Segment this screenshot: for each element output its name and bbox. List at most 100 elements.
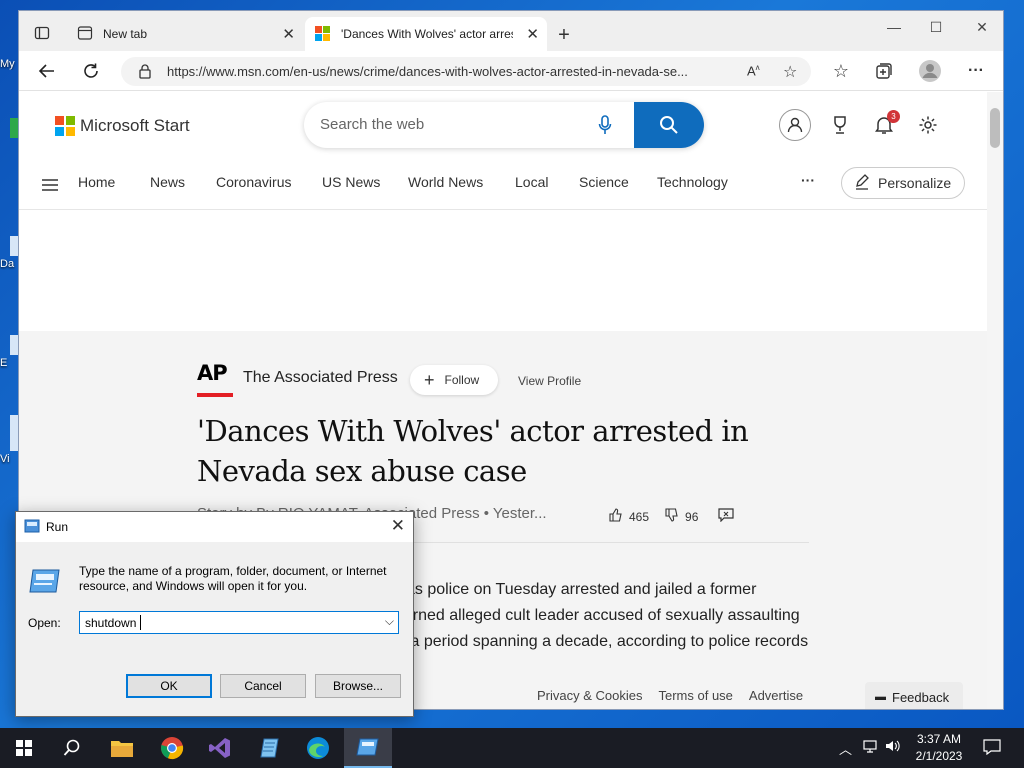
edge-icon[interactable] <box>294 728 342 768</box>
volume-icon[interactable] <box>885 739 901 756</box>
open-input[interactable]: shutdown <box>85 616 136 630</box>
footer-link-advertise[interactable]: Advertise <box>749 688 803 703</box>
start-button[interactable] <box>0 728 48 768</box>
nav-item-local[interactable]: Local <box>515 174 548 190</box>
minimize-icon[interactable]: — <box>871 19 917 35</box>
run-title: Run <box>46 520 69 534</box>
feedback-button[interactable]: ▬ Feedback <box>865 682 963 709</box>
action-center-icon[interactable] <box>983 739 1001 758</box>
desktop-icon-label: E <box>0 357 8 369</box>
tab-article[interactable]: 'Dances With Wolves' actor arres ✕ <box>305 17 547 51</box>
profile-avatar[interactable] <box>918 59 942 83</box>
desktop-icon-1[interactable] <box>0 118 18 140</box>
browse-button[interactable]: Browse... <box>315 674 401 698</box>
browser-toolbar: https://www.msn.com/en-us/news/crime/dan… <box>19 51 1003 91</box>
page-scrollbar[interactable] <box>987 92 1003 709</box>
run-description: Type the name of a program, folder, docu… <box>79 564 387 593</box>
brand-name[interactable]: Microsoft Start <box>80 116 190 136</box>
back-icon[interactable] <box>35 59 59 83</box>
search-button[interactable] <box>634 102 704 148</box>
microsoft-logo[interactable] <box>55 116 75 136</box>
ok-button[interactable]: OK <box>126 674 212 698</box>
visual-studio-icon[interactable] <box>196 728 244 768</box>
close-icon[interactable]: ✕ <box>391 516 405 536</box>
address-bar[interactable]: https://www.msn.com/en-us/news/crime/dan… <box>121 57 811 86</box>
file-explorer-icon[interactable] <box>98 728 146 768</box>
maximize-icon[interactable]: ☐ <box>913 19 959 36</box>
settings-gear-icon[interactable] <box>912 109 944 141</box>
run-dialog: Run ✕ Type the name of a program, folder… <box>15 511 414 717</box>
nav-item-science[interactable]: Science <box>579 174 629 190</box>
close-tab-icon[interactable]: ✕ <box>526 25 539 43</box>
chevron-down-icon[interactable]: ⌵ <box>385 614 394 629</box>
desktop-icon-da[interactable]: Da <box>0 236 18 270</box>
clock-date: 2/1/2023 <box>915 749 963 763</box>
ad-space <box>19 211 989 331</box>
nav-bar: Home News Coronavirus US News World News… <box>19 166 989 210</box>
app-icon <box>10 118 18 138</box>
search-input[interactable]: Search the web <box>320 116 424 133</box>
close-window-icon[interactable]: ✕ <box>959 19 1003 36</box>
nav-item-coronavirus[interactable]: Coronavirus <box>216 174 291 190</box>
settings-more-icon[interactable]: ··· <box>964 59 988 83</box>
tab-title: 'Dances With Wolves' actor arres <box>341 27 513 41</box>
desktop-icon-vi[interactable]: Vi <box>0 415 18 465</box>
taskbar-clock[interactable]: 3:37 AM 2/1/2023 <box>906 731 972 765</box>
chevron-up-icon[interactable]: ︿ <box>839 739 852 758</box>
tab-new-tab[interactable]: New tab ✕ <box>67 17 303 51</box>
like-count: 465 <box>629 509 650 524</box>
scrollbar-thumb[interactable] <box>990 108 1000 148</box>
footer-link-privacy[interactable]: Privacy & Cookies <box>537 688 642 703</box>
collections-icon[interactable] <box>872 59 896 83</box>
nav-more-icon[interactable]: ··· <box>801 172 815 188</box>
article-headline: 'Dances With Wolves' actor arrested in N… <box>197 414 749 488</box>
msn-icon <box>315 26 331 42</box>
notification-badge: 3 <box>887 110 900 123</box>
nav-item-home[interactable]: Home <box>78 174 115 190</box>
sign-in-icon[interactable] <box>779 109 811 141</box>
run-titlebar[interactable]: Run ✕ <box>16 512 413 542</box>
nav-item-news[interactable]: News <box>150 174 185 190</box>
plus-icon: + <box>424 369 435 390</box>
refresh-icon[interactable] <box>79 59 103 83</box>
read-aloud-icon[interactable]: Aʌ <box>747 63 760 78</box>
windows-logo-icon <box>16 740 32 756</box>
footer-link-terms[interactable]: Terms of use <box>658 688 732 703</box>
close-tab-icon[interactable]: ✕ <box>282 25 295 43</box>
follow-button[interactable]: + Follow <box>410 365 498 395</box>
desktop-icon-my[interactable]: My <box>0 58 18 70</box>
personalize-button[interactable]: Personalize <box>841 167 965 199</box>
favorites-icon[interactable]: ☆ <box>829 59 853 83</box>
search-taskbar-icon[interactable] <box>48 728 96 768</box>
notepad-icon[interactable] <box>246 728 294 768</box>
publisher-name[interactable]: The Associated Press <box>243 369 398 387</box>
hamburger-menu-icon[interactable] <box>41 178 59 197</box>
view-profile-link[interactable]: View Profile <box>518 374 581 388</box>
comment-icon[interactable] <box>718 508 734 525</box>
feedback-icon: ▬ <box>875 691 886 703</box>
nav-item-technology[interactable]: Technology <box>657 174 728 190</box>
rewards-icon[interactable] <box>824 109 856 141</box>
dislike-count: 96 <box>685 509 699 524</box>
cancel-button[interactable]: Cancel <box>220 674 306 698</box>
open-combobox[interactable]: shutdown ⌵ <box>79 611 399 634</box>
run-app-icon <box>24 519 40 538</box>
nav-item-us-news[interactable]: US News <box>322 174 380 190</box>
chrome-icon[interactable] <box>148 728 196 768</box>
add-favorite-icon[interactable]: ☆ <box>783 62 797 82</box>
new-tab-button[interactable]: + <box>552 23 576 47</box>
open-label: Open: <box>28 616 61 630</box>
nav-item-world-news[interactable]: World News <box>408 174 483 190</box>
network-icon[interactable] <box>862 739 878 756</box>
microphone-icon[interactable] <box>598 115 612 140</box>
desktop-icon-e[interactable]: E <box>0 335 18 369</box>
run-taskbar-icon[interactable] <box>344 728 392 768</box>
dislike-icon[interactable] <box>665 508 679 525</box>
notifications-bell-icon[interactable]: 3 <box>868 109 900 141</box>
tab-actions-icon[interactable] <box>31 23 53 43</box>
app-icon <box>10 236 18 256</box>
search-box[interactable]: Search the web <box>304 102 704 148</box>
ap-logo[interactable]: AP <box>197 361 233 397</box>
clock-time: 3:37 AM <box>916 732 962 746</box>
like-icon[interactable] <box>609 508 623 525</box>
